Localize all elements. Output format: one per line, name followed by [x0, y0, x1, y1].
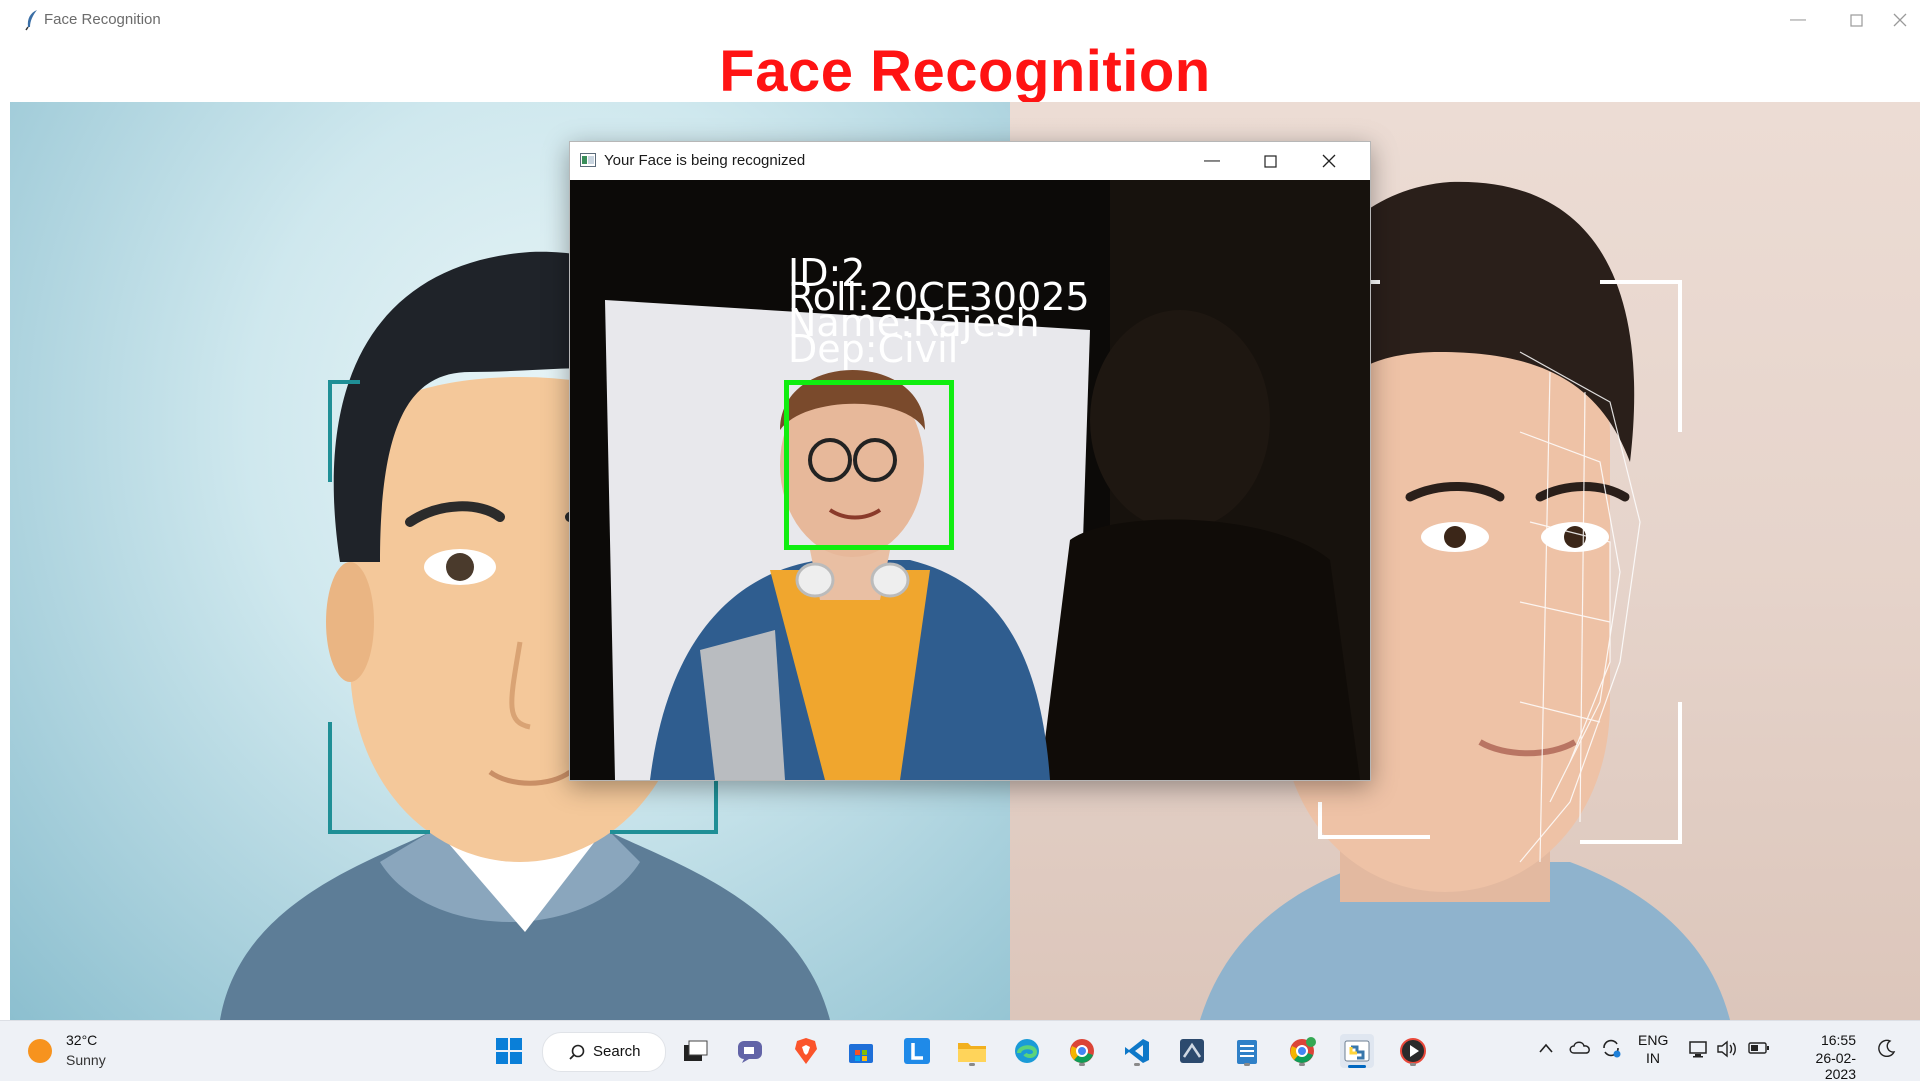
- chat-button[interactable]: [733, 1034, 767, 1068]
- language-indicator[interactable]: ENG IN: [1638, 1032, 1668, 1066]
- notifications-button[interactable]: [1878, 1039, 1896, 1060]
- microsoft-store-icon: [849, 1044, 873, 1063]
- popup-minimize-button[interactable]: —: [1183, 142, 1241, 180]
- clock[interactable]: 16:55 26-02-2023: [1786, 1032, 1856, 1082]
- notepad-button[interactable]: [1230, 1034, 1264, 1068]
- maximize-icon: [1849, 13, 1863, 27]
- recognized-department-text: Dep:Civil: [788, 327, 959, 371]
- close-button[interactable]: [1880, 0, 1920, 40]
- minimize-button[interactable]: —: [1769, 0, 1827, 40]
- windows-start-icon: [496, 1038, 522, 1064]
- search-icon: [569, 1044, 585, 1060]
- maximize-icon: [1263, 154, 1277, 168]
- task-view-button[interactable]: [678, 1034, 712, 1068]
- weather-condition: Sunny: [66, 1052, 106, 1068]
- window-app-icon: [580, 153, 596, 167]
- visual-studio-icon: [1180, 1039, 1204, 1063]
- close-icon: [1893, 13, 1907, 27]
- feather-icon: [25, 10, 37, 31]
- running-indicator: [1299, 1063, 1305, 1066]
- page-heading: Face Recognition: [719, 39, 1211, 104]
- chrome-profile-icon: [1290, 1037, 1316, 1063]
- l-app-icon: [904, 1038, 930, 1064]
- brave-browser-icon: [795, 1038, 817, 1064]
- start-button[interactable]: [492, 1034, 526, 1068]
- python-button[interactable]: [1340, 1034, 1374, 1068]
- popup-close-button[interactable]: [1300, 142, 1358, 180]
- chrome-icon: [1070, 1039, 1094, 1063]
- python-icon: [1344, 1040, 1370, 1062]
- weather-temperature: 32°C: [66, 1032, 98, 1048]
- chat-icon: [738, 1041, 762, 1063]
- clock-time: 16:55: [1820, 1032, 1856, 1048]
- running-indicator: [969, 1063, 975, 1066]
- webcam-frame: [570, 180, 1370, 780]
- show-hidden-icons-button[interactable]: [1538, 1041, 1554, 1057]
- edge-browser-icon: [1015, 1039, 1039, 1063]
- file-explorer-button[interactable]: [955, 1034, 989, 1068]
- network-icon: [1689, 1041, 1707, 1058]
- chrome-profile-button[interactable]: [1285, 1034, 1319, 1068]
- running-indicator: [1410, 1063, 1416, 1066]
- face-detection-box: [784, 380, 954, 550]
- search-label: Search: [593, 1043, 641, 1060]
- popup-titlebar[interactable]: Your Face is being recognized —: [570, 142, 1370, 180]
- edge-button[interactable]: [1010, 1034, 1044, 1068]
- active-indicator: [1348, 1065, 1366, 1068]
- speaker-icon: [1717, 1040, 1736, 1058]
- region-code: IN: [1646, 1050, 1660, 1066]
- brave-button[interactable]: [789, 1034, 823, 1068]
- main-titlebar[interactable]: Face Recognition —: [10, 0, 1920, 40]
- media-player-button[interactable]: [1396, 1034, 1430, 1068]
- chrome-button[interactable]: [1065, 1034, 1099, 1068]
- camera-feed: ID:2 Roll:20CE30025 Name:Rajesh Dep:Civi…: [570, 180, 1370, 780]
- close-icon: [1322, 154, 1336, 168]
- volume-button[interactable]: [1716, 1039, 1738, 1062]
- taskbar-search[interactable]: Search: [542, 1032, 666, 1072]
- cloud-icon: [1569, 1041, 1590, 1054]
- language-code: ENG: [1638, 1032, 1669, 1048]
- task-view-icon: [684, 1040, 708, 1061]
- recognition-window: Your Face is being recognized — ID:2 Rol…: [569, 141, 1371, 781]
- chevron-up-icon: [1539, 1043, 1553, 1053]
- popup-maximize-button[interactable]: [1241, 142, 1299, 180]
- window-title: Face Recognition: [44, 11, 161, 28]
- popup-title: Your Face is being recognized: [604, 152, 806, 169]
- maximize-button[interactable]: [1827, 0, 1885, 40]
- vscode-button[interactable]: [1120, 1034, 1154, 1068]
- running-indicator: [1244, 1063, 1250, 1066]
- sync-icon: [1603, 1039, 1621, 1058]
- file-explorer-icon: [958, 1043, 986, 1062]
- minimize-icon: —: [1790, 11, 1806, 28]
- vscode-icon: [1125, 1039, 1149, 1063]
- sun-icon: [28, 1039, 52, 1063]
- network-button[interactable]: [1688, 1039, 1710, 1062]
- moon-icon: [1878, 1039, 1896, 1058]
- running-indicator: [1079, 1063, 1085, 1066]
- notepad-icon: [1237, 1040, 1257, 1064]
- media-player-icon: [1400, 1038, 1426, 1064]
- minimize-icon: —: [1204, 152, 1220, 169]
- onedrive-button[interactable]: [1568, 1039, 1592, 1058]
- clock-date: 26-02-2023: [1815, 1050, 1856, 1082]
- taskbar: 32°C Sunny Search ENG IN 16:55 26-02-202…: [0, 1020, 1920, 1082]
- visual-studio-button[interactable]: [1175, 1034, 1209, 1068]
- running-indicator: [1134, 1063, 1140, 1066]
- battery-button[interactable]: [1748, 1041, 1770, 1058]
- l-app-button[interactable]: [900, 1034, 934, 1068]
- sync-button[interactable]: [1600, 1037, 1622, 1062]
- battery-icon: [1748, 1042, 1769, 1054]
- store-button[interactable]: [844, 1034, 878, 1068]
